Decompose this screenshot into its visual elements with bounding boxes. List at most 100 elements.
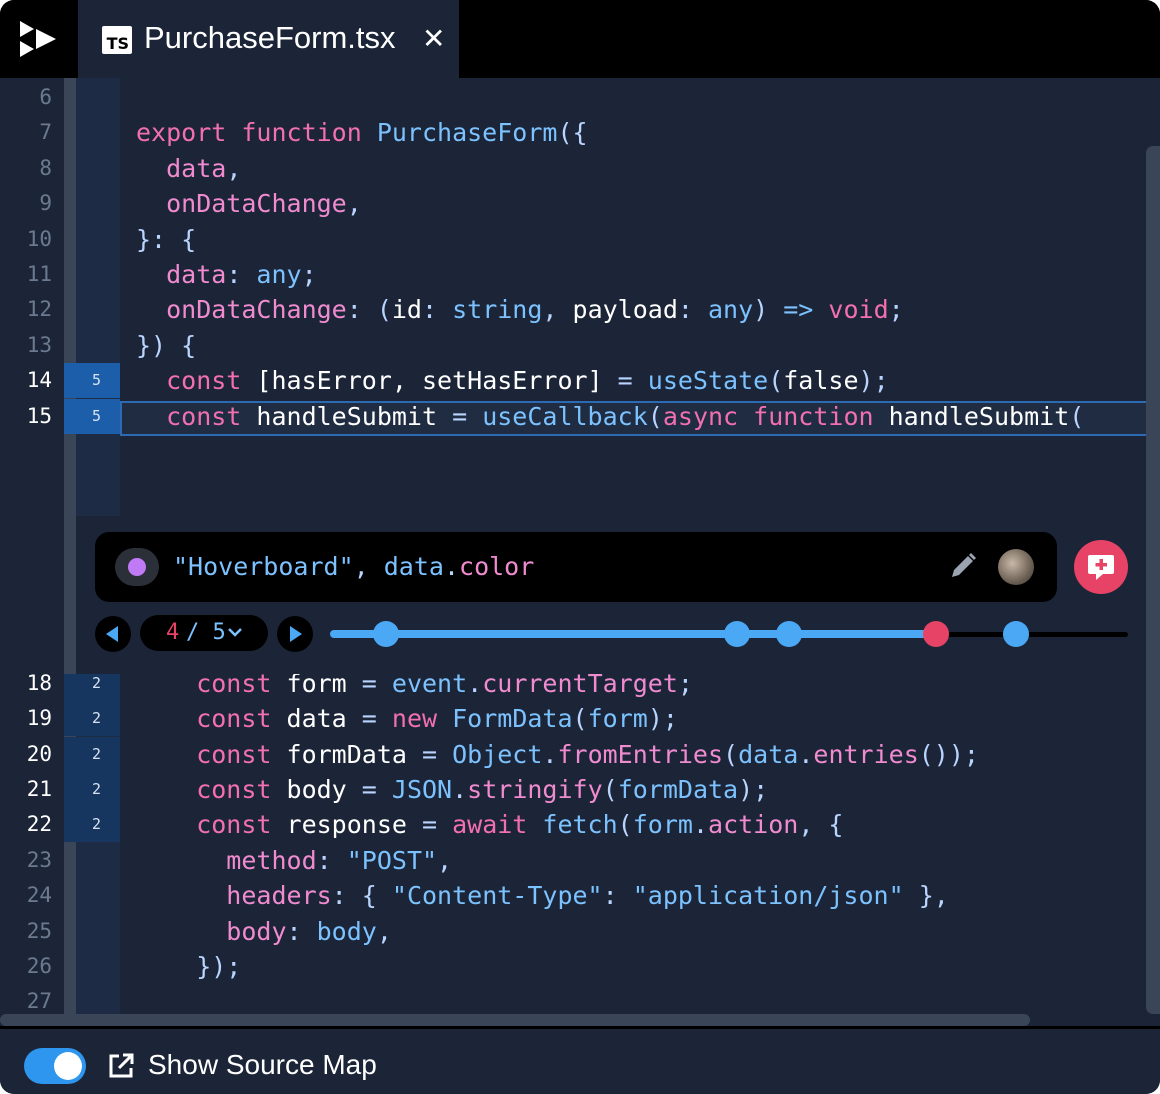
- code-token: (: [768, 366, 784, 396]
- hit-count-value: 5: [92, 406, 102, 425]
- code-line[interactable]: const data = new FormData(form);: [136, 701, 678, 736]
- code-token: stringify: [467, 775, 603, 804]
- line-number[interactable]: 12: [0, 292, 52, 327]
- line-number[interactable]: 22: [0, 807, 52, 842]
- timeline-marker[interactable]: [1003, 621, 1030, 647]
- source-map-toggle[interactable]: [24, 1048, 86, 1084]
- line-number[interactable]: 23: [0, 843, 52, 878]
- code-line[interactable]: const formData = Object.fromEntries(data…: [136, 737, 979, 772]
- line-number[interactable]: 13: [0, 328, 52, 363]
- code-token: =: [602, 366, 648, 396]
- line-number[interactable]: 10: [0, 222, 52, 257]
- code-line[interactable]: body: body,: [136, 914, 392, 949]
- code-token: formData: [286, 739, 407, 769]
- code-token: useState: [647, 366, 769, 396]
- add-comment-button[interactable]: [1074, 540, 1128, 594]
- code-token: body: [136, 916, 287, 946]
- hit-count[interactable]: 2: [64, 772, 120, 807]
- code-token: ;: [888, 295, 904, 325]
- code-line[interactable]: });: [136, 949, 241, 984]
- code-token: .: [542, 739, 558, 769]
- code-token: =>: [783, 295, 814, 325]
- timeline-progress: [330, 630, 937, 638]
- code-line[interactable]: export function PurchaseForm({: [136, 115, 588, 150]
- tab-title: PurchaseForm.tsx: [144, 20, 396, 55]
- toggle-knob: [54, 1052, 82, 1080]
- hit-count[interactable]: 2: [64, 807, 120, 843]
- hit-count-value: 2: [92, 780, 102, 798]
- triangle-right-icon: [290, 626, 302, 642]
- code-token: , {: [798, 810, 844, 840]
- line-number[interactable]: 25: [0, 914, 52, 949]
- code-token: (: [617, 810, 633, 840]
- code-line[interactable]: data,: [136, 151, 241, 186]
- code-token: const: [136, 775, 287, 804]
- line-number[interactable]: 21: [0, 772, 52, 807]
- code-line[interactable]: onDataChange,: [136, 186, 362, 221]
- code-token: color: [459, 552, 535, 581]
- code-token: ,: [376, 916, 392, 946]
- code-token: (: [572, 704, 588, 734]
- code-token: export function: [136, 118, 377, 148]
- timeline-marker[interactable]: [372, 621, 399, 647]
- code-token: onDataChange: [136, 189, 347, 219]
- code-line[interactable]: data: any;: [136, 257, 317, 292]
- pencil-icon[interactable]: [947, 550, 979, 582]
- close-icon[interactable]: ✕: [422, 22, 445, 56]
- hit-count[interactable]: 5: [64, 363, 120, 399]
- line-number[interactable]: 15: [0, 399, 52, 434]
- log-color-dot-icon[interactable]: [115, 548, 159, 586]
- hit-count-value: 2: [92, 744, 102, 763]
- code-line[interactable]: }) {: [136, 328, 196, 363]
- previous-hit-button[interactable]: [95, 616, 131, 652]
- code-token: );: [858, 366, 889, 396]
- line-number[interactable]: 8: [0, 151, 52, 186]
- code-line[interactable]: }: {: [136, 222, 196, 257]
- line-number[interactable]: 9: [0, 186, 52, 221]
- horizontal-scrollbar[interactable]: [0, 1014, 1030, 1026]
- line-number[interactable]: 26: [0, 949, 52, 984]
- show-source-map-label[interactable]: Show Source Map: [148, 1045, 377, 1085]
- hit-timeline[interactable]: [330, 621, 1128, 647]
- timeline-marker[interactable]: [723, 621, 750, 647]
- tab-purchaseform[interactable]: TS PurchaseForm.tsx ✕: [78, 0, 459, 78]
- line-number[interactable]: 20: [0, 737, 52, 772]
- code-token: data: [136, 153, 227, 183]
- timeline-marker[interactable]: [775, 621, 802, 647]
- line-number[interactable]: 6: [0, 80, 52, 115]
- hit-count[interactable]: 5: [64, 398, 120, 434]
- vertical-scrollbar[interactable]: [1146, 146, 1160, 1014]
- code-line[interactable]: method: "POST",: [136, 843, 452, 878]
- code-token: body: [316, 916, 377, 946]
- code-line[interactable]: headers: { "Content-Type": "application/…: [136, 878, 949, 913]
- code-token: void: [828, 295, 889, 325]
- hit-counter-dropdown[interactable]: 4 / 5: [140, 615, 268, 651]
- code-token: JSON: [391, 775, 453, 804]
- log-expression[interactable]: "Hoverboard", data.color: [173, 549, 534, 584]
- line-number[interactable]: 11: [0, 257, 52, 292]
- line-number[interactable]: 7: [0, 115, 52, 150]
- code-token: data: [286, 704, 347, 734]
- line-number[interactable]: 19: [0, 701, 52, 736]
- line-number[interactable]: 24: [0, 878, 52, 913]
- chevron-down-icon: [228, 628, 242, 637]
- timeline-marker-current[interactable]: [923, 621, 950, 647]
- hit-count[interactable]: 2: [64, 736, 120, 772]
- code-line[interactable]: const body = JSON.stringify(formData);: [136, 772, 768, 807]
- code-token: ): [753, 295, 784, 325]
- hit-count[interactable]: 2: [64, 701, 120, 737]
- line-number[interactable]: 14: [0, 363, 52, 398]
- code-line[interactable]: const [hasError, setHasError] = useState…: [136, 363, 889, 398]
- code-token: (: [602, 775, 618, 804]
- code-token: ,: [437, 845, 453, 875]
- code-line[interactable]: const response = await fetch(form.action…: [136, 807, 843, 842]
- code-token: any: [256, 260, 302, 289]
- code-line[interactable]: onDataChange: (id: string, payload: any)…: [136, 292, 904, 327]
- code-line[interactable]: const handleSubmit = useCallback(async f…: [136, 399, 1084, 434]
- external-link-icon[interactable]: [106, 1051, 136, 1081]
- code-token: "application/json": [632, 881, 904, 911]
- current-hit-number: 4: [166, 620, 180, 645]
- log-point-editor[interactable]: "Hoverboard", data.color: [95, 532, 1057, 602]
- avatar: [998, 549, 1034, 585]
- next-hit-button[interactable]: [277, 616, 313, 652]
